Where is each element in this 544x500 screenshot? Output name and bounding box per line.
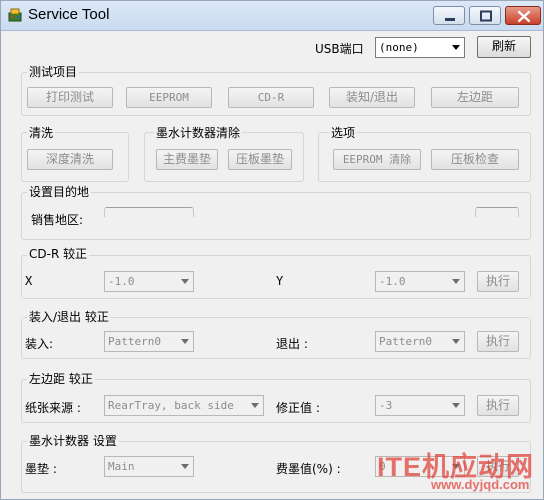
maximize-button[interactable] — [469, 6, 501, 25]
x-offset-select[interactable]: -1.0 — [104, 271, 194, 292]
ink-counter-clear-title: 墨水计数器清除 — [154, 124, 243, 141]
cd-r-button[interactable]: CD-R — [228, 87, 314, 108]
close-button[interactable] — [505, 6, 541, 25]
load-pattern-select[interactable]: Pattern0 — [104, 331, 194, 352]
eject-label: 退出 : — [276, 337, 308, 351]
waste-ink-value-label: 费墨值(%) : — [276, 462, 341, 476]
ink-pad-value: Main — [108, 460, 135, 473]
chevron-down-icon — [452, 339, 460, 344]
paper-source-value: RearTray, back side — [108, 399, 234, 412]
correction-value: -3 — [379, 399, 393, 412]
destination-title: 设置目的地 — [27, 183, 92, 200]
watermark-url: www.dyjqd.com — [431, 477, 530, 492]
correction-value-label: 修正值 : — [276, 401, 320, 415]
platen-check-button[interactable]: 压板检查 — [431, 149, 519, 170]
destination-set-button[interactable] — [475, 207, 519, 217]
app-icon — [8, 8, 22, 22]
load-eject-run-button[interactable]: 执行 — [477, 331, 519, 352]
chevron-down-icon — [251, 403, 259, 408]
cd-r-calibration-title: CD-R 较正 — [27, 245, 90, 262]
chevron-down-icon — [181, 339, 189, 344]
ink-pad-label: 墨垫 : — [25, 462, 57, 476]
minimize-icon — [445, 18, 455, 21]
cd-r-run-button[interactable]: 执行 — [477, 271, 519, 292]
window-title: Service Tool — [28, 6, 110, 23]
load-eject-button[interactable]: 装知/退出 — [329, 87, 415, 108]
load-eject-calibration-title: 装入/退出 较正 — [27, 308, 111, 325]
chevron-down-icon — [452, 403, 460, 408]
chevron-down-icon — [452, 279, 460, 284]
correction-value-select[interactable]: -3 — [375, 395, 465, 416]
service-tool-window: Service Tool USB端口 (none) 刷新 测试项目 打印测试 E… — [0, 0, 544, 500]
x-label: X — [25, 274, 33, 288]
eject-pattern-select[interactable]: Pattern0 — [375, 331, 465, 352]
chevron-down-icon — [452, 45, 460, 50]
deep-cleaning-button[interactable]: 深度清洗 — [27, 149, 113, 170]
x-offset-value: -1.0 — [108, 275, 135, 288]
cleaning-title: 清洗 — [27, 124, 56, 141]
chevron-down-icon — [181, 279, 189, 284]
refresh-button[interactable]: 刷新 — [477, 36, 531, 58]
print-test-button[interactable]: 打印测试 — [27, 87, 113, 108]
title-bar[interactable]: Service Tool — [1, 1, 543, 31]
sales-region-field[interactable] — [104, 207, 194, 217]
minimize-button[interactable] — [433, 6, 465, 25]
usb-port-label: USB端口 — [315, 42, 364, 56]
left-margin-calibration-title: 左边距 较正 — [27, 370, 95, 387]
eject-pattern-value: Pattern0 — [379, 335, 432, 348]
usb-port-select[interactable]: (none) — [375, 37, 465, 58]
usb-port-value: (none) — [379, 41, 419, 54]
left-margin-run-button[interactable]: 执行 — [477, 395, 519, 416]
y-offset-select[interactable]: -1.0 — [375, 271, 465, 292]
sales-region-label: 销售地区: — [31, 213, 84, 227]
load-label: 装入: — [25, 337, 54, 351]
ink-pad-select[interactable]: Main — [104, 456, 194, 477]
platen-pad-button[interactable]: 压板墨垫 — [228, 149, 292, 170]
paper-source-label: 纸张来源 : — [25, 401, 81, 415]
chevron-down-icon — [181, 464, 189, 469]
eeprom-clear-button[interactable]: EEPROM 清除 — [333, 149, 421, 170]
ink-counter-settings-title: 墨水计数器 设置 — [27, 432, 119, 449]
left-margin-button[interactable]: 左边距 — [431, 87, 519, 108]
y-offset-value: -1.0 — [379, 275, 406, 288]
close-icon — [517, 10, 531, 23]
test-items-title: 测试项目 — [27, 63, 80, 80]
eeprom-button[interactable]: EEPROM — [126, 87, 212, 108]
destination-group — [21, 192, 531, 240]
y-label: Y — [276, 274, 284, 288]
paper-source-select[interactable]: RearTray, back side — [104, 395, 264, 416]
load-pattern-value: Pattern0 — [108, 335, 161, 348]
maximize-icon — [480, 10, 492, 22]
options-title: 选项 — [329, 124, 358, 141]
main-waste-pad-button[interactable]: 主费墨垫 — [156, 149, 218, 170]
eeprom-clear-label: EEPROM 清除 — [342, 153, 412, 166]
